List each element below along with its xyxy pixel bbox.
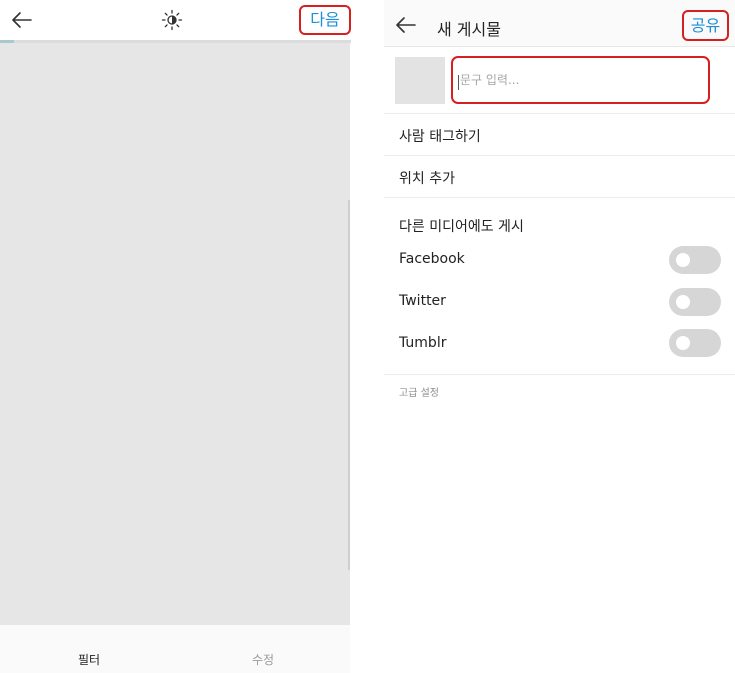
page-title: 새 게시물 [437, 20, 501, 39]
tumblr-toggle[interactable] [669, 329, 721, 357]
filter-top-bar: 다음 [0, 0, 351, 40]
filter-edit-tabs: 필터 수정 [0, 625, 350, 673]
tag-people-item[interactable]: 사람 태그하기 [399, 126, 481, 146]
brightness-icon[interactable] [161, 9, 183, 31]
filter-screen: 다음 필터 수정 [0, 0, 351, 673]
toggle-knob [676, 253, 690, 267]
post-thumbnail [395, 57, 445, 104]
panel-separator [351, 0, 384, 673]
next-button[interactable]: 다음 [299, 5, 351, 35]
facebook-label: Facebook [399, 251, 465, 267]
caption-input[interactable] [460, 68, 700, 92]
tab-edit[interactable]: 수정 [252, 651, 274, 668]
divider [384, 113, 735, 114]
facebook-toggle[interactable] [669, 246, 721, 274]
new-post-screen: 새 게시물 공유 사람 태그하기 위치 추가 다른 미디어에도 게시 Faceb… [384, 0, 735, 673]
tumblr-label: Tumblr [399, 335, 447, 351]
toggle-knob [676, 336, 690, 350]
caption-field[interactable] [451, 56, 710, 104]
tab-filter[interactable]: 필터 [78, 651, 100, 668]
share-to-other-media-heading: 다른 미디어에도 게시 [399, 219, 524, 235]
text-cursor [458, 75, 459, 90]
toggle-knob [676, 295, 690, 309]
screenshot-root: 다음 필터 수정 새 게시물 공유 사람 태그하기 위치 [0, 0, 735, 673]
preview-edge [348, 200, 350, 570]
share-button[interactable]: 공유 [682, 10, 729, 41]
divider [384, 155, 735, 156]
twitter-toggle[interactable] [669, 288, 721, 316]
back-arrow-icon[interactable] [394, 13, 418, 37]
add-location-item[interactable]: 위치 추가 [399, 168, 455, 188]
divider [384, 197, 735, 198]
back-arrow-icon[interactable] [10, 8, 34, 32]
new-post-top-bar: 새 게시물 공유 [384, 0, 735, 47]
twitter-label: Twitter [399, 293, 446, 309]
divider [384, 374, 735, 375]
advanced-settings-link[interactable]: 고급 설정 [399, 384, 439, 399]
photo-preview [0, 43, 350, 625]
